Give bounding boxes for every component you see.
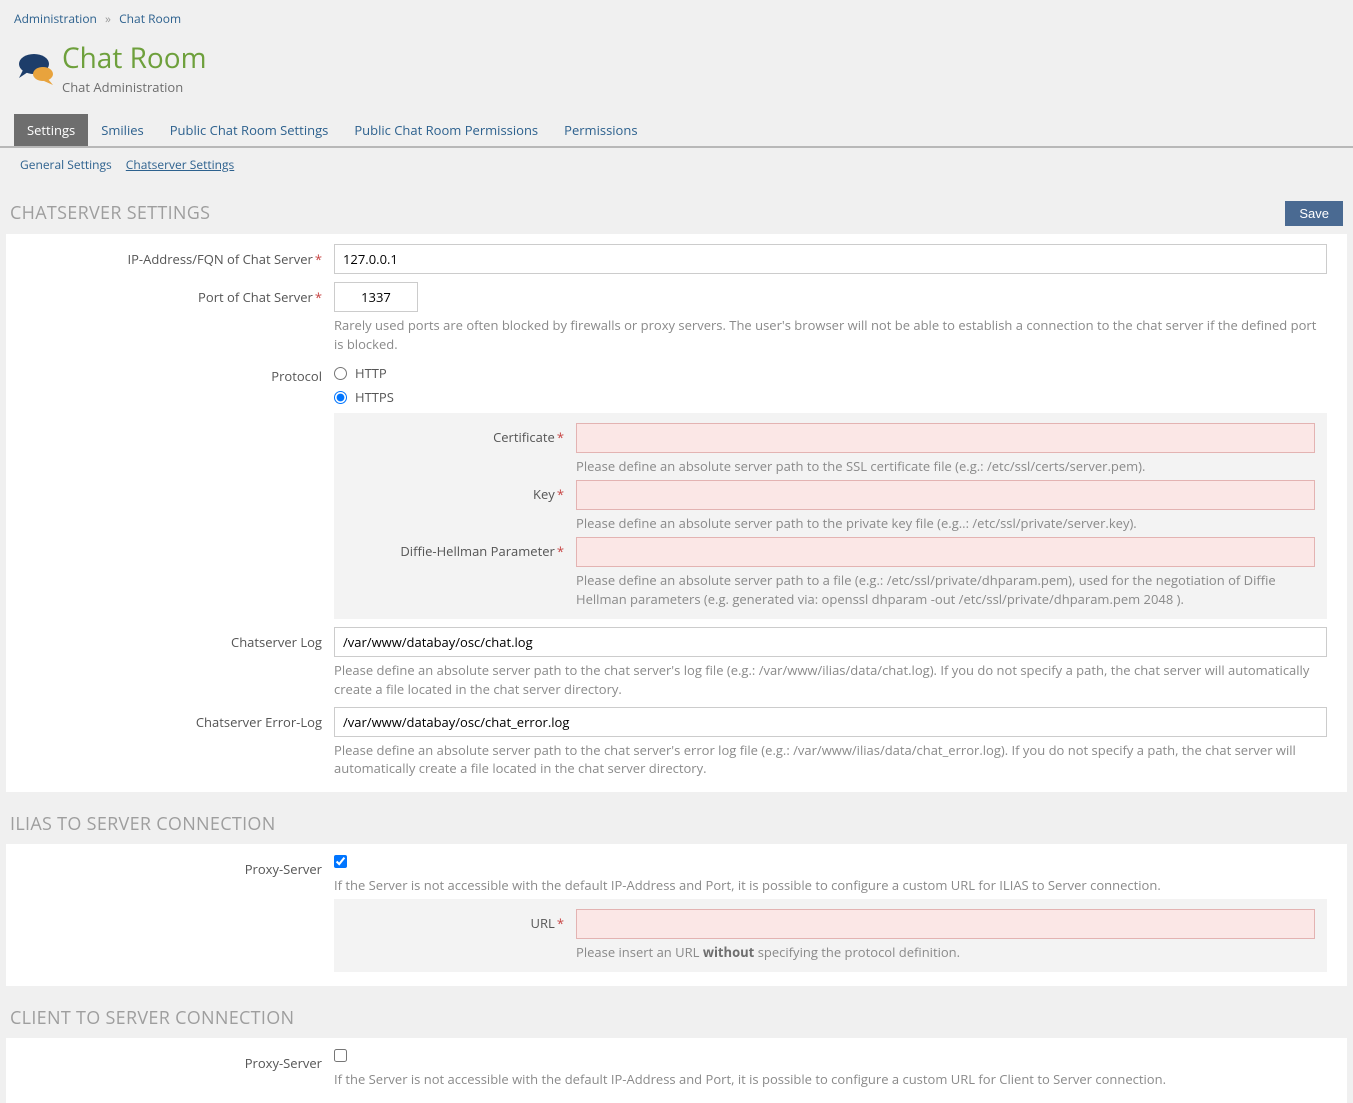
subtab-general-settings[interactable]: General Settings [20,156,112,173]
radio-https-label: HTTPS [355,388,394,406]
section-client-head: CLIENT TO SERVER CONNECTION [0,998,1353,1038]
breadcrumb-root[interactable]: Administration [14,10,97,27]
input-ip-address[interactable] [334,244,1327,274]
tab-public-chat-room-settings[interactable]: Public Chat Room Settings [157,114,342,146]
input-certificate[interactable] [576,423,1315,453]
page-title: Chat Room [62,43,207,74]
radio-https[interactable] [334,391,347,404]
help-dhparam: Please define an absolute server path to… [576,571,1315,609]
input-key[interactable] [576,480,1315,510]
label-dhparam: Diffie-Hellman Parameter* [344,537,576,560]
tab-public-chat-room-permissions[interactable]: Public Chat Room Permissions [341,114,551,146]
label-ilias-proxy: Proxy-Server [16,854,334,878]
checkbox-ilias-proxy[interactable] [334,855,347,868]
subtab-chatserver-settings[interactable]: Chatserver Settings [126,156,234,173]
page-subtitle: Chat Administration [62,78,207,96]
checkbox-client-proxy[interactable] [334,1049,347,1062]
label-port: Port of Chat Server* [16,282,334,306]
help-client-proxy: If the Server is not accessible with the… [334,1070,1327,1089]
main-tabs: Settings Smilies Public Chat Room Settin… [0,114,1353,148]
input-chatserver-log[interactable] [334,627,1327,657]
help-certificate: Please define an absolute server path to… [576,457,1315,476]
help-chatserver-errorlog: Please define an absolute server path to… [334,741,1327,779]
section-ilias-head: ILIAS TO SERVER CONNECTION [0,804,1353,844]
section-ilias-title: ILIAS TO SERVER CONNECTION [10,812,276,836]
help-ilias-proxy: If the Server is not accessible with the… [334,876,1327,895]
label-certificate: Certificate* [344,423,576,446]
label-client-proxy: Proxy-Server [16,1048,334,1072]
label-chatserver-errorlog: Chatserver Error-Log [16,707,334,731]
input-port[interactable] [334,282,418,312]
page-header: Chat Room Chat Administration [0,37,1353,114]
breadcrumb-current[interactable]: Chat Room [119,10,181,27]
https-subform: Certificate* Please define an absolute s… [334,413,1327,618]
section-chatserver-settings-head: CHATSERVER SETTINGS Save [0,193,1353,234]
label-chatserver-log: Chatserver Log [16,627,334,651]
save-button[interactable]: Save [1285,201,1343,226]
radio-http[interactable] [334,367,347,380]
help-key: Please define an absolute server path to… [576,514,1315,533]
input-dhparam[interactable] [576,537,1315,567]
label-ip-address: IP-Address/FQN of Chat Server* [16,244,334,268]
help-port: Rarely used ports are often blocked by f… [334,316,1327,354]
breadcrumb: Administration » Chat Room [0,0,1353,37]
input-ilias-url[interactable] [576,909,1315,939]
help-ilias-url: Please insert an URL without specifying … [576,943,1315,962]
tab-settings[interactable]: Settings [14,114,88,146]
tab-permissions[interactable]: Permissions [551,114,650,146]
radio-http-label: HTTP [355,364,387,382]
section-client-connection: Proxy-Server If the Server is not access… [6,1038,1347,1103]
label-key: Key* [344,480,576,503]
section-ilias-connection: Proxy-Server If the Server is not access… [6,844,1347,986]
tab-smilies[interactable]: Smilies [88,114,157,146]
ilias-proxy-subform: URL* Please insert an URL without specif… [334,899,1327,972]
section-chatserver-settings: IP-Address/FQN of Chat Server* Port of C… [6,234,1347,792]
chat-icon [14,52,58,86]
section-client-title: CLIENT TO SERVER CONNECTION [10,1006,294,1030]
section-chatserver-title: CHATSERVER SETTINGS [10,201,210,225]
help-chatserver-log: Please define an absolute server path to… [334,661,1327,699]
label-ilias-url: URL* [344,909,576,932]
breadcrumb-sep: » [105,10,111,27]
sub-tabs: General Settings Chatserver Settings [0,150,1353,181]
input-chatserver-errorlog[interactable] [334,707,1327,737]
label-protocol: Protocol [16,361,334,385]
